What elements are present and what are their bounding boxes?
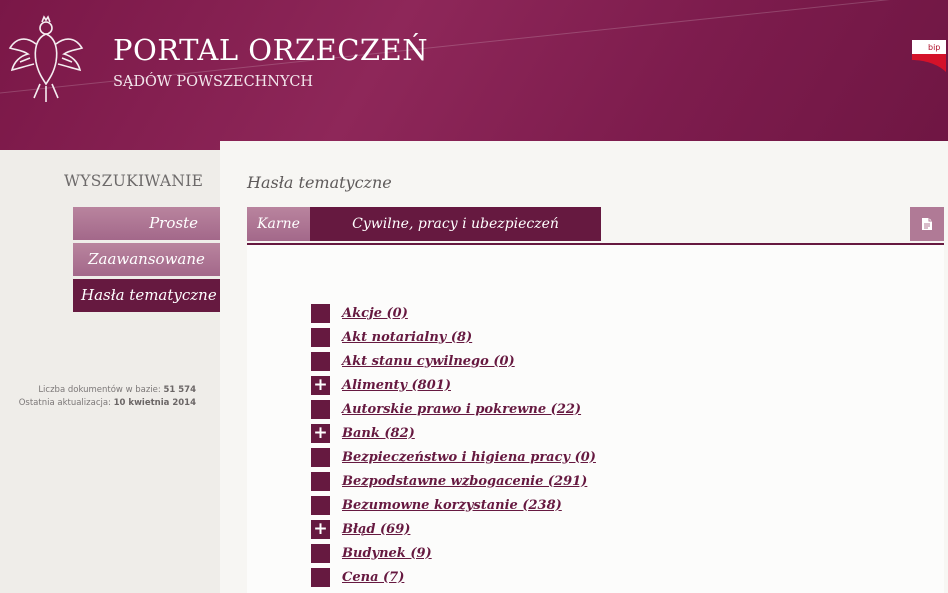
topic-item: Bezpieczeństwo i higiena pracy (0)	[311, 447, 596, 467]
topic-item: Cena (7)	[311, 567, 404, 587]
last-update-label: Ostatnia aktualizacja:	[18, 398, 111, 408]
topic-link[interactable]: Alimenty (801)	[342, 378, 451, 393]
topic-item: Akt stanu cywilnego (0)	[311, 351, 515, 371]
search-advanced-button[interactable]: Zaawansowane	[73, 243, 220, 276]
document-count-label: Liczba dokumentów w bazie:	[38, 385, 161, 395]
portal-subtitle: SĄDÓW POWSZECHNYCH	[113, 74, 314, 90]
topic-link[interactable]: Akt stanu cywilnego (0)	[342, 354, 515, 369]
document-button[interactable]	[910, 207, 944, 241]
database-stats: Liczba dokumentów w bazie: 51 574 Ostatn…	[0, 384, 196, 410]
topic-link[interactable]: Błąd (69)	[342, 522, 410, 537]
topic-item: Budynek (9)	[311, 543, 432, 563]
tab-karne[interactable]: Karne	[247, 207, 310, 241]
topics-panel: Akcje (0) Akt notarialny (8) Akt stanu c…	[247, 245, 944, 593]
search-topics-button[interactable]: Hasła tematyczne	[73, 279, 220, 312]
topic-link[interactable]: Bezpieczeństwo i higiena pracy (0)	[342, 450, 596, 465]
expand-plus-icon[interactable]: +	[311, 375, 330, 395]
topic-bullet-icon	[311, 351, 330, 371]
topic-bullet-icon	[311, 447, 330, 467]
bip-logo-icon[interactable]: bip	[912, 40, 946, 72]
last-update-value: 10 kwietnia 2014	[113, 398, 196, 408]
category-tabs: Karne Cywilne, pracy i ubezpieczeń społe…	[247, 207, 944, 266]
sidebar: WYSZUKIWANIE Proste Zaawansowane Hasła t…	[0, 150, 220, 593]
topic-bullet-icon	[311, 495, 330, 515]
portal-title[interactable]: PORTAL ORZECZEŃ	[113, 33, 428, 67]
topic-item: Akcje (0)	[311, 303, 408, 323]
main-content: Hasła tematyczne Karne Cywilne, pracy i …	[220, 141, 948, 593]
topic-item: + Błąd (69)	[311, 519, 410, 539]
topic-item: Autorskie prawo i pokrewne (22)	[311, 399, 581, 419]
topic-link[interactable]: Cena (7)	[342, 570, 404, 585]
topic-item: Bezpodstawne wzbogacenie (291)	[311, 471, 587, 491]
topic-item: + Alimenty (801)	[311, 375, 451, 395]
expand-plus-icon[interactable]: +	[311, 423, 330, 443]
topic-link[interactable]: Akt notarialny (8)	[342, 330, 472, 345]
eagle-emblem-icon[interactable]	[6, 14, 86, 106]
topic-link[interactable]: Bank (82)	[342, 426, 415, 441]
topic-item: + Bank (82)	[311, 423, 415, 443]
topic-bullet-icon	[311, 303, 330, 323]
topic-bullet-icon	[311, 543, 330, 563]
search-simple-button[interactable]: Proste	[73, 207, 220, 240]
topic-link[interactable]: Bezpodstawne wzbogacenie (291)	[342, 474, 587, 489]
topic-bullet-icon	[311, 399, 330, 419]
expand-plus-icon[interactable]: +	[311, 519, 330, 539]
document-icon	[922, 218, 932, 230]
site-header: PORTAL ORZECZEŃ SĄDÓW POWSZECHNYCH bip	[0, 0, 948, 150]
topic-bullet-icon	[311, 471, 330, 491]
document-count-value: 51 574	[163, 385, 196, 395]
topic-item: Akt notarialny (8)	[311, 327, 472, 347]
topic-link[interactable]: Bezumowne korzystanie (238)	[342, 498, 562, 513]
topic-link[interactable]: Autorskie prawo i pokrewne (22)	[342, 402, 581, 417]
bip-label: bip	[928, 43, 940, 52]
last-update-line: Ostatnia aktualizacja: 10 kwietnia 2014	[0, 397, 196, 410]
tab-cywilne[interactable]: Cywilne, pracy i ubezpieczeń społecznych	[310, 207, 601, 266]
page-title: Hasła tematyczne	[247, 173, 392, 192]
topic-item: Bezumowne korzystanie (238)	[311, 495, 562, 515]
topic-bullet-icon	[311, 327, 330, 347]
search-heading: WYSZUKIWANIE	[64, 172, 204, 190]
topic-bullet-icon	[311, 567, 330, 587]
topic-link[interactable]: Budynek (9)	[342, 546, 432, 561]
document-count-line: Liczba dokumentów w bazie: 51 574	[0, 384, 196, 397]
topic-link[interactable]: Akcje (0)	[342, 306, 408, 321]
